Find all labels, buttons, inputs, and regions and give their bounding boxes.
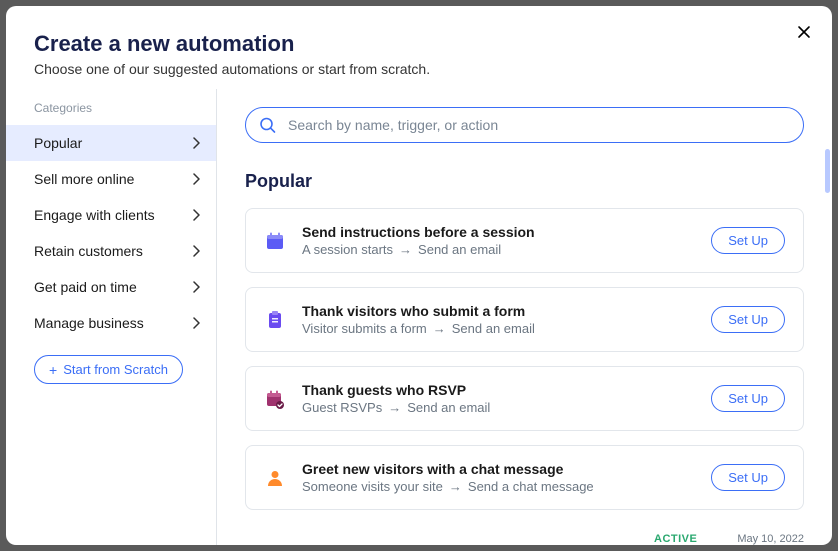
sidebar-item-retain-customers[interactable]: Retain customers — [6, 233, 216, 269]
card-title: Send instructions before a session — [302, 224, 695, 240]
card-title: Greet new visitors with a chat message — [302, 461, 695, 477]
card-flow: Visitor submits a form → Send an email — [302, 321, 695, 336]
chevron-right-icon — [192, 137, 200, 149]
search-icon — [259, 117, 276, 134]
scrollbar-thumb[interactable] — [825, 149, 830, 193]
sidebar-item-label: Manage business — [34, 315, 144, 331]
card-body: Thank visitors who submit a form Visitor… — [302, 303, 695, 336]
sidebar-item-popular[interactable]: Popular — [6, 125, 216, 161]
card-body: Thank guests who RSVP Guest RSVPs → Send… — [302, 382, 695, 415]
automation-card: Greet new visitors with a chat message S… — [245, 445, 804, 510]
setup-button[interactable]: Set Up — [711, 464, 785, 491]
person-icon — [264, 467, 286, 489]
automation-modal: Create a new automation Choose one of ou… — [6, 6, 832, 545]
chevron-right-icon — [192, 245, 200, 257]
setup-button[interactable]: Set Up — [711, 227, 785, 254]
search-input[interactable] — [245, 107, 804, 143]
card-action: Send an email — [452, 321, 535, 336]
card-flow: Guest RSVPs → Send an email — [302, 400, 695, 415]
setup-button[interactable]: Set Up — [711, 306, 785, 333]
automation-card: Thank guests who RSVP Guest RSVPs → Send… — [245, 366, 804, 431]
main-panel: Popular Send instructions before a sessi… — [216, 89, 832, 545]
sidebar-item-label: Retain customers — [34, 243, 143, 259]
modal-header: Create a new automation Choose one of ou… — [6, 6, 832, 89]
modal-subtitle: Choose one of our suggested automations … — [34, 61, 804, 77]
calendar-icon — [264, 230, 286, 252]
calendar-check-icon — [264, 388, 286, 410]
card-body: Greet new visitors with a chat message S… — [302, 461, 695, 494]
sidebar-item-engage-with-clients[interactable]: Engage with clients — [6, 197, 216, 233]
modal-body: Categories Popular Sell more online Enga… — [6, 89, 832, 545]
card-action: Send a chat message — [468, 479, 594, 494]
chevron-right-icon — [192, 173, 200, 185]
arrow-right-icon: → — [449, 479, 462, 494]
card-title: Thank visitors who submit a form — [302, 303, 695, 319]
modal-title: Create a new automation — [34, 31, 804, 57]
arrow-right-icon: → — [433, 321, 446, 336]
scratch-label: Start from Scratch — [63, 362, 168, 377]
card-flow: A session starts → Send an email — [302, 242, 695, 257]
section-title: Popular — [245, 171, 804, 192]
card-trigger: Guest RSVPs — [302, 400, 382, 415]
sidebar-item-label: Get paid on time — [34, 279, 137, 295]
arrow-right-icon: → — [399, 242, 412, 257]
sidebar-item-manage-business[interactable]: Manage business — [6, 305, 216, 341]
chevron-right-icon — [192, 281, 200, 293]
card-body: Send instructions before a session A ses… — [302, 224, 695, 257]
sidebar-item-sell-more-online[interactable]: Sell more online — [6, 161, 216, 197]
close-icon — [796, 24, 812, 40]
categories-label: Categories — [6, 101, 216, 125]
arrow-right-icon: → — [388, 400, 401, 415]
card-action: Send an email — [407, 400, 490, 415]
setup-button[interactable]: Set Up — [711, 385, 785, 412]
sidebar-item-label: Engage with clients — [34, 207, 155, 223]
card-trigger: Someone visits your site — [302, 479, 443, 494]
sidebar-item-label: Popular — [34, 135, 82, 151]
card-flow: Someone visits your site → Send a chat m… — [302, 479, 695, 494]
sidebar-item-label: Sell more online — [34, 171, 134, 187]
clipboard-icon — [264, 309, 286, 331]
card-title: Thank guests who RSVP — [302, 382, 695, 398]
automation-card: Send instructions before a session A ses… — [245, 208, 804, 273]
card-action: Send an email — [418, 242, 501, 257]
plus-icon: + — [49, 363, 57, 377]
chevron-right-icon — [192, 209, 200, 221]
automation-card: Thank visitors who submit a form Visitor… — [245, 287, 804, 352]
close-button[interactable] — [796, 24, 814, 42]
chevron-right-icon — [192, 317, 200, 329]
sidebar: Categories Popular Sell more online Enga… — [6, 89, 216, 545]
sidebar-item-get-paid-on-time[interactable]: Get paid on time — [6, 269, 216, 305]
card-trigger: A session starts — [302, 242, 393, 257]
search-wrap — [245, 107, 804, 143]
scratch-wrap: + Start from Scratch — [6, 341, 216, 398]
start-from-scratch-button[interactable]: + Start from Scratch — [34, 355, 183, 384]
card-trigger: Visitor submits a form — [302, 321, 427, 336]
